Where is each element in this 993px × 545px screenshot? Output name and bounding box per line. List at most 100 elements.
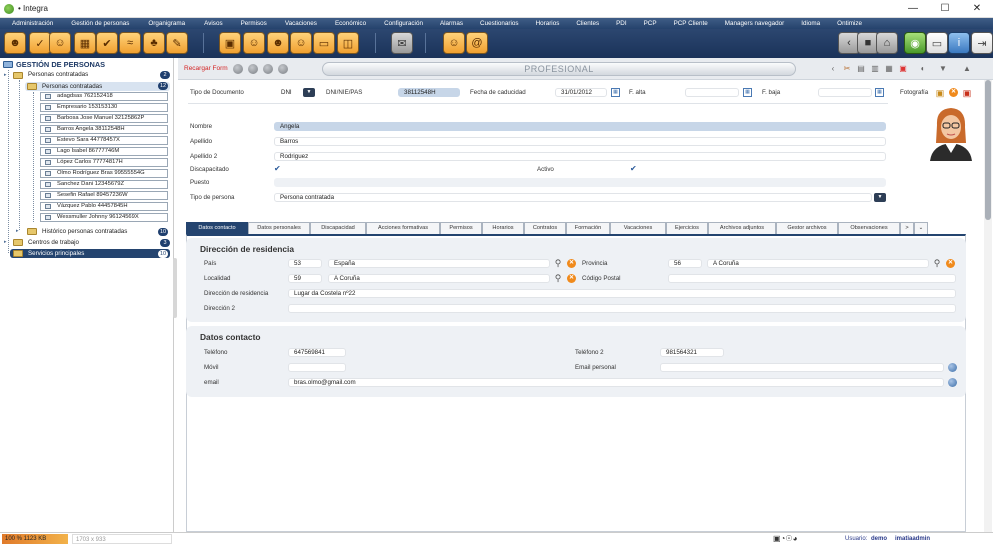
tab-acciones-formativas[interactable]: Acciones formativas (366, 222, 440, 234)
photo-delete-icon[interactable]: ✕ (949, 88, 958, 97)
list-item[interactable]: Estevo Sara 44778457X (40, 136, 168, 145)
tree-item-historico[interactable]: Histórico personas contratadas (42, 227, 127, 236)
menu-avisos[interactable]: Avisos (204, 20, 222, 27)
expand-arrow-icon[interactable]: ▸ (4, 72, 7, 78)
nav-last-icon[interactable] (278, 64, 288, 74)
tab-observaciones[interactable]: Observaciones (838, 222, 900, 234)
menu-vacaciones[interactable]: Vacaciones (285, 20, 317, 27)
group-icon[interactable]: ♣ (143, 32, 165, 54)
info-icon[interactable]: i (948, 32, 970, 54)
send-email-icon[interactable] (948, 363, 957, 372)
print-icon[interactable]: ▥ (870, 63, 880, 74)
window-icon[interactable]: ▭ (926, 32, 948, 54)
minimize-button[interactable]: — (897, 0, 929, 18)
menu-permisos[interactable]: Permisos (241, 20, 267, 27)
list-item[interactable]: Empresario 153153130 (40, 103, 168, 112)
list-item[interactable]: López Carlos 77774817H (40, 158, 168, 167)
monitor-icon[interactable]: ▭ (313, 32, 335, 54)
tree-item-personas-contratadas[interactable]: Personas contratadas (28, 70, 88, 79)
user-calendar-icon[interactable]: ☺ (290, 32, 312, 54)
tree-root-label[interactable]: GESTIÓN DE PERSONAS (16, 60, 105, 69)
briefcase-icon[interactable]: ▣ (219, 32, 241, 54)
calendar-icon[interactable]: ▦ (611, 88, 620, 97)
country-code-field[interactable]: 53 (288, 259, 322, 268)
reload-form-link[interactable]: Recargar Form (184, 65, 228, 72)
tab-formacion[interactable]: Formación (566, 222, 610, 234)
address2-field[interactable] (288, 304, 956, 313)
personal-email-field[interactable] (660, 363, 944, 372)
search-icon[interactable]: ⚲ (932, 258, 942, 268)
list-item[interactable]: Barbosa Jose Manuel 32125862P (40, 114, 168, 123)
menu-pcp[interactable]: PCP (644, 20, 657, 27)
status-tools-icon[interactable]: ▣◔☉◕ (770, 534, 810, 544)
f-alta-field[interactable] (685, 88, 739, 97)
mail-icon[interactable]: ✉ (391, 32, 413, 54)
address-field[interactable]: Lugar da Costela nº22 (288, 289, 956, 298)
menu-organigrama[interactable]: Organigrama (148, 20, 185, 27)
handshake-icon[interactable]: ≈ (119, 32, 141, 54)
photo-search-icon[interactable]: ▣ (935, 88, 945, 98)
list-item[interactable]: Vázquez Pablo 44457845H (40, 202, 168, 211)
menu-configuracion[interactable]: Configuración (384, 20, 423, 27)
clipboard-icon[interactable]: ✔ (96, 32, 118, 54)
list-item[interactable]: Barros Angela 38112548H (40, 125, 168, 134)
country-field[interactable]: España (328, 259, 550, 268)
person-card-icon[interactable]: ☺ (49, 32, 71, 54)
clear-icon[interactable]: ✕ (946, 259, 955, 268)
globe-icon[interactable]: ◉ (904, 32, 926, 54)
menu-gestion-personas[interactable]: Gestión de personas (71, 20, 129, 27)
contact-icon[interactable]: ☺ (443, 32, 465, 54)
chevron-down-icon[interactable]: ▼ (303, 88, 315, 97)
locality-code-field[interactable]: 59 (288, 274, 322, 283)
tab-archivos-adjuntos[interactable]: Archivos adjuntos (708, 222, 776, 234)
photo-close-icon[interactable]: ▣ (962, 88, 972, 98)
menu-economico[interactable]: Económico (335, 20, 366, 27)
postal-code-field[interactable] (668, 274, 956, 283)
sidebar-splitter[interactable] (173, 258, 177, 318)
menu-administracion[interactable]: Administración (12, 20, 53, 27)
menu-clientes[interactable]: Clientes (576, 20, 599, 27)
people-icon[interactable]: ☻ (4, 32, 26, 54)
clear-icon[interactable]: ✕ (567, 259, 576, 268)
delete-doc-icon[interactable]: ▣ (898, 63, 908, 74)
position-field[interactable] (274, 178, 886, 187)
maximize-button[interactable]: ☐ (929, 0, 961, 18)
tab-permisos[interactable]: Permisos (440, 222, 482, 234)
menu-managers-navegador[interactable]: Managers navegador (725, 20, 785, 27)
nav-first-icon[interactable] (233, 64, 243, 74)
vertical-scrollbar[interactable] (984, 80, 992, 532)
list-item[interactable]: Lago Isabel 86777746M (40, 147, 168, 156)
menu-idioma[interactable]: Idioma (801, 20, 820, 27)
tools-icon[interactable]: ✂ (842, 63, 852, 74)
tab-contratos[interactable]: Contratos (524, 222, 566, 234)
active-checkbox[interactable]: ✔ (630, 165, 637, 173)
send-email-icon[interactable] (948, 378, 957, 387)
tab-gestor-archivos[interactable]: Gestor archivos (776, 222, 838, 234)
exit-icon[interactable]: ⇥ (971, 32, 993, 54)
nav-next-icon[interactable] (263, 64, 273, 74)
phone2-field[interactable]: 981564321 (660, 348, 724, 357)
tab-datos-contacto[interactable]: Datos contacto (186, 222, 248, 234)
menu-alarmas[interactable]: Alarmas (440, 20, 463, 27)
email-field[interactable]: bras.olmo@gmail.com (288, 378, 944, 387)
clear-icon[interactable]: ✕ (567, 274, 576, 283)
checklist-icon[interactable]: ✓ (29, 32, 51, 54)
list-item[interactable]: Wessmuller Johnny 96124569X (40, 213, 168, 222)
menu-ontimize[interactable]: Ontimize (837, 20, 862, 27)
box-icon[interactable]: ◫ (337, 32, 359, 54)
menu-horarios[interactable]: Horarios (536, 20, 560, 27)
phone-field[interactable]: 647569841 (288, 348, 346, 357)
calculator-icon[interactable]: ▦ (74, 32, 96, 54)
collapse-icon[interactable]: ‹ (828, 63, 838, 74)
close-button[interactable]: ✕ (961, 0, 993, 18)
tab-discapacidad[interactable]: Discapacidad (310, 222, 366, 234)
name-field[interactable]: Angela (274, 122, 886, 131)
menu-pcp-cliente[interactable]: PCP Cliente (674, 20, 708, 27)
menu-pdi[interactable]: PDI (616, 20, 627, 27)
list-item[interactable]: Olmo Rodríguez Bras 99555554G (40, 169, 168, 178)
province-field[interactable]: A Coruña (707, 259, 929, 268)
surname1-field[interactable]: Barros (274, 137, 886, 146)
list-item[interactable]: Sesefin Rafael 89457236W (40, 191, 168, 200)
expiry-field[interactable]: 31/01/2012 (555, 88, 607, 97)
tree-item-servicios-principales[interactable]: Servicios principales (28, 249, 84, 258)
